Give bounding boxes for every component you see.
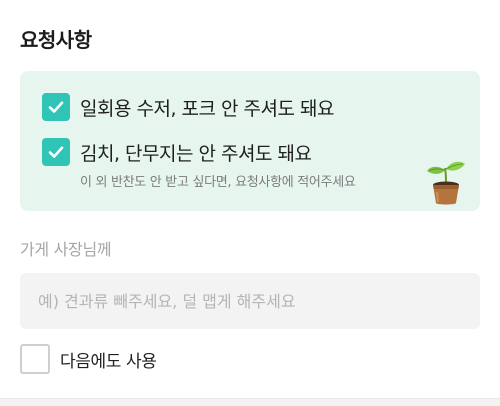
reuse-label: 다음에도 사용 [60, 351, 157, 372]
owner-request-input[interactable] [20, 273, 480, 329]
option-label: 김치, 단무지는 안 주셔도 돼요 [80, 142, 312, 165]
option-hint: 이 외 반찬도 안 받고 싶다면, 요청사항에 적어주세요 [80, 175, 356, 190]
checkbox-checked-icon[interactable] [42, 93, 70, 121]
checkbox-checked-icon[interactable] [42, 138, 70, 166]
sprout-pot-icon [427, 161, 465, 205]
section-divider [0, 398, 500, 406]
option-no-kimchi-pickles[interactable]: 김치, 단무지는 안 주셔도 돼요 [42, 138, 312, 166]
section-title: 요청사항 [20, 28, 92, 52]
request-section: 요청사항 일회용 수저, 포크 안 주셔도 돼요 김치, 단무지는 안 주셔도 … [0, 0, 500, 406]
reuse-next-time-option[interactable]: 다음에도 사용 [20, 344, 157, 374]
owner-request-label: 가게 사장님께 [20, 240, 112, 259]
option-no-utensils[interactable]: 일회용 수저, 포크 안 주셔도 돼요 [42, 93, 334, 121]
disposable-options-panel: 일회용 수저, 포크 안 주셔도 돼요 김치, 단무지는 안 주셔도 돼요 이 … [20, 71, 480, 211]
checkbox-unchecked-icon[interactable] [20, 344, 50, 374]
option-label: 일회용 수저, 포크 안 주셔도 돼요 [80, 97, 334, 120]
